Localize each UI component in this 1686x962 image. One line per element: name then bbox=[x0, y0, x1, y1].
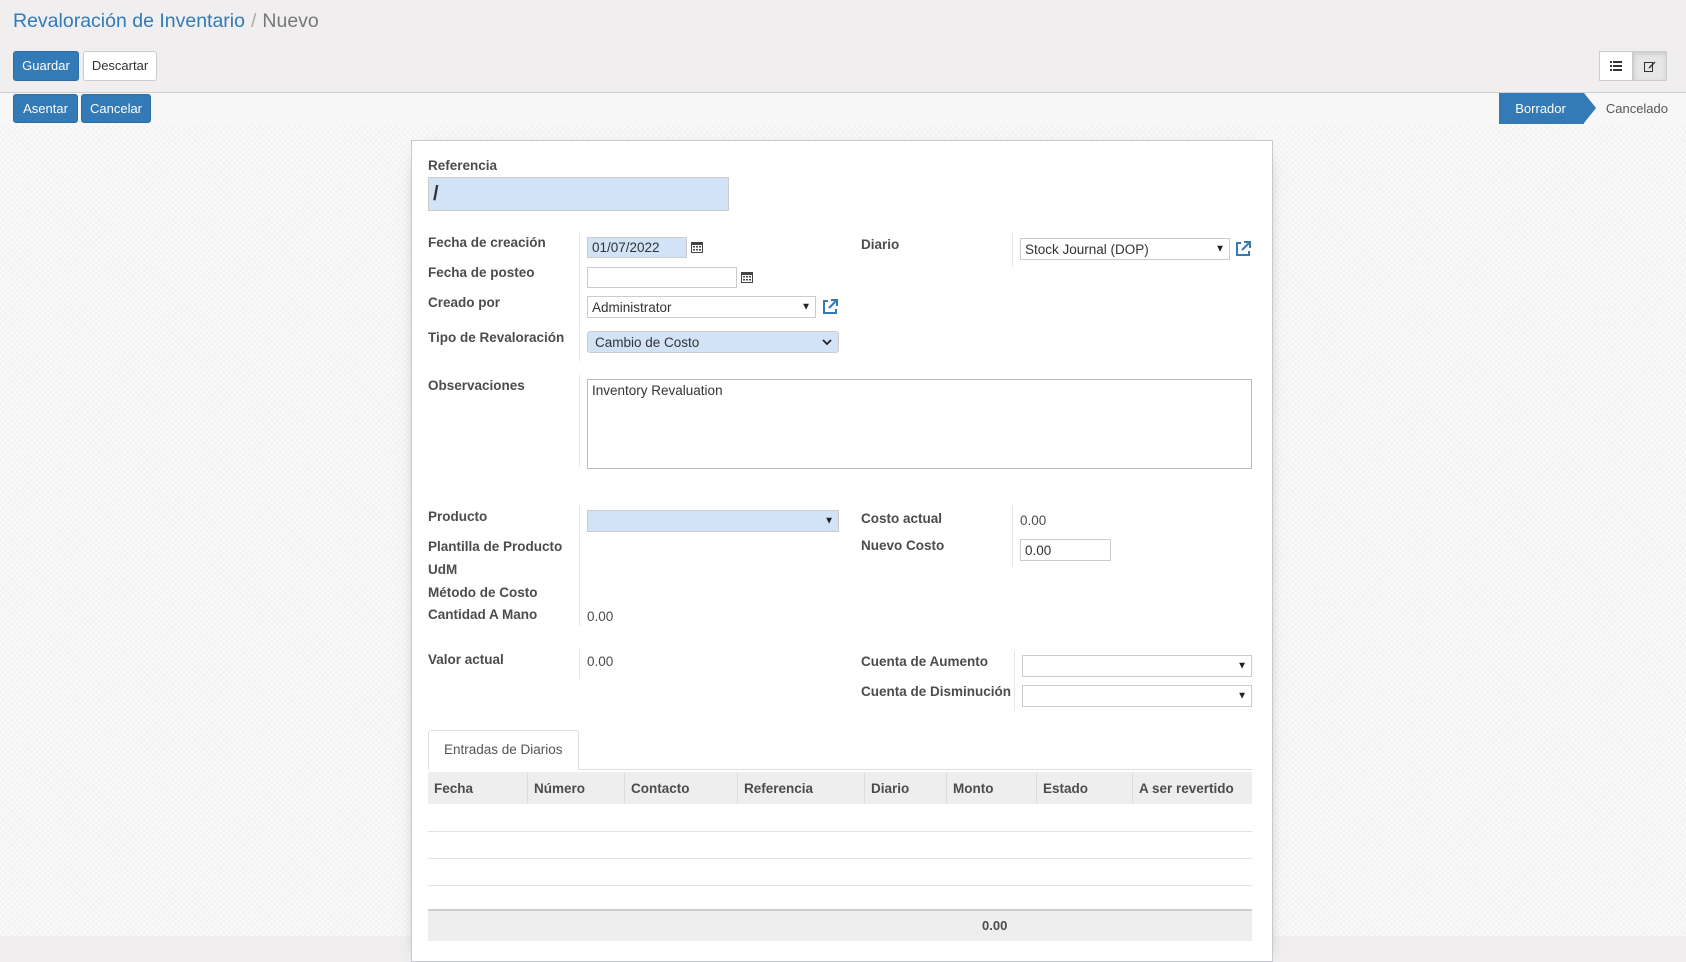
reference-label: Referencia bbox=[428, 158, 498, 173]
product-label: Producto bbox=[428, 509, 488, 524]
external-link-icon[interactable] bbox=[821, 298, 839, 316]
table-header-row: Fecha Número Contacto Referencia Diario … bbox=[428, 772, 1252, 804]
edit-icon bbox=[1644, 61, 1656, 72]
creation-date-label: Fecha de creación bbox=[428, 235, 546, 250]
external-link-icon[interactable] bbox=[1234, 240, 1252, 258]
column-header-contact[interactable]: Contacto bbox=[624, 772, 738, 804]
status-bar: Asentar Cancelar Borrador Cancelado bbox=[0, 92, 1686, 125]
observations-label: Observaciones bbox=[428, 378, 525, 393]
dropdown-caret-icon: ▼ bbox=[1215, 243, 1225, 255]
stage-draft[interactable]: Borrador bbox=[1499, 93, 1596, 124]
table-row bbox=[428, 804, 1252, 831]
save-button[interactable]: Guardar bbox=[13, 51, 79, 81]
list-icon bbox=[1610, 61, 1622, 71]
increase-account-field[interactable]: ▼ bbox=[1022, 655, 1252, 677]
view-switcher bbox=[1599, 51, 1667, 81]
column-header-to-reverse[interactable]: A ser revertido bbox=[1132, 772, 1252, 804]
revaluation-type-label: Tipo de Revaloración bbox=[428, 330, 565, 345]
column-header-number[interactable]: Número bbox=[527, 772, 625, 804]
column-divider bbox=[1012, 233, 1013, 267]
created-by-field[interactable]: Administrator ▼ bbox=[587, 296, 816, 318]
current-value-value: 0.00 bbox=[587, 654, 614, 669]
decrease-account-field[interactable]: ▼ bbox=[1022, 685, 1252, 707]
dropdown-caret-icon: ▼ bbox=[801, 301, 811, 313]
dropdown-caret-icon: ▼ bbox=[1237, 690, 1247, 702]
column-divider bbox=[579, 506, 580, 626]
journal-label: Diario bbox=[861, 237, 900, 252]
journal-value: Stock Journal (DOP) bbox=[1025, 241, 1149, 257]
tab-journal-entries[interactable]: Entradas de Diarios bbox=[428, 730, 579, 770]
increase-account-label: Cuenta de Aumento bbox=[861, 654, 989, 669]
amount-total: 0.00 bbox=[982, 918, 1008, 933]
column-divider bbox=[579, 375, 580, 467]
discard-button[interactable]: Descartar bbox=[83, 51, 157, 81]
created-by-label: Creado por bbox=[428, 295, 501, 310]
created-by-value: Administrator bbox=[592, 299, 672, 315]
cost-method-label: Método de Costo bbox=[428, 585, 538, 600]
notebook-tabs: Entradas de Diarios bbox=[428, 729, 1252, 770]
observations-textarea[interactable]: Inventory Revaluation bbox=[587, 379, 1252, 469]
uom-label: UdM bbox=[428, 562, 458, 577]
decrease-account-label: Cuenta de Disminución bbox=[861, 684, 1012, 699]
column-header-date[interactable]: Fecha bbox=[428, 772, 528, 804]
list-view-button[interactable] bbox=[1599, 51, 1633, 81]
revaluation-type-value: Cambio de Costo bbox=[595, 334, 700, 350]
current-cost-value: 0.00 bbox=[1020, 513, 1047, 528]
table-row bbox=[428, 885, 1252, 912]
cancel-button[interactable]: Cancelar bbox=[81, 94, 151, 123]
current-cost-label: Costo actual bbox=[861, 511, 943, 526]
dropdown-caret-icon: ▼ bbox=[1237, 660, 1247, 672]
table-row bbox=[428, 831, 1252, 858]
column-header-reference[interactable]: Referencia bbox=[737, 772, 865, 804]
product-field[interactable]: ▼ bbox=[587, 510, 839, 532]
stage-cancelled[interactable]: Cancelado bbox=[1596, 93, 1686, 124]
breadcrumb: Revaloración de Inventario / Nuevo bbox=[13, 10, 319, 33]
creation-date-field[interactable]: 01/07/2022 bbox=[587, 237, 687, 258]
column-header-journal[interactable]: Diario bbox=[864, 772, 947, 804]
new-cost-field[interactable]: 0.00 bbox=[1020, 539, 1111, 561]
column-divider bbox=[1014, 651, 1015, 711]
column-divider bbox=[1012, 506, 1013, 566]
column-divider bbox=[579, 233, 580, 361]
post-button[interactable]: Asentar bbox=[13, 94, 78, 123]
reference-field[interactable]: / bbox=[428, 177, 729, 211]
qty-on-hand-value: 0.00 bbox=[587, 609, 614, 624]
journal-field[interactable]: Stock Journal (DOP) ▼ bbox=[1020, 238, 1230, 260]
form-view-button[interactable] bbox=[1633, 51, 1667, 81]
column-header-state[interactable]: Estado bbox=[1036, 772, 1133, 804]
breadcrumb-current: Nuevo bbox=[262, 10, 319, 32]
product-template-label: Plantilla de Producto bbox=[428, 539, 563, 554]
post-date-label: Fecha de posteo bbox=[428, 265, 535, 280]
table-footer: 0.00 bbox=[428, 909, 1252, 941]
control-panel: Revaloración de Inventario / Nuevo Guardar… bbox=[0, 0, 1686, 125]
table-row bbox=[428, 858, 1252, 885]
calendar-icon[interactable] bbox=[691, 241, 703, 253]
stage-pipeline: Borrador Cancelado bbox=[1499, 93, 1686, 124]
qty-on-hand-label: Cantidad A Mano bbox=[428, 607, 538, 622]
chevron-down-icon bbox=[822, 339, 832, 346]
post-date-field[interactable] bbox=[587, 267, 737, 288]
breadcrumb-parent-link[interactable]: Revaloración de Inventario bbox=[13, 10, 245, 32]
form-sheet: Referencia / Fecha de creación Fecha de … bbox=[411, 140, 1273, 962]
breadcrumb-separator: / bbox=[250, 10, 257, 32]
column-divider bbox=[579, 649, 580, 679]
journal-entries-table: Fecha Número Contacto Referencia Diario … bbox=[428, 772, 1252, 913]
new-cost-label: Nuevo Costo bbox=[861, 538, 945, 553]
calendar-icon[interactable] bbox=[741, 271, 753, 283]
revaluation-type-select[interactable]: Cambio de Costo bbox=[587, 331, 839, 353]
dropdown-caret-icon: ▼ bbox=[824, 515, 834, 527]
column-header-amount[interactable]: Monto bbox=[946, 772, 1037, 804]
current-value-label: Valor actual bbox=[428, 652, 504, 667]
